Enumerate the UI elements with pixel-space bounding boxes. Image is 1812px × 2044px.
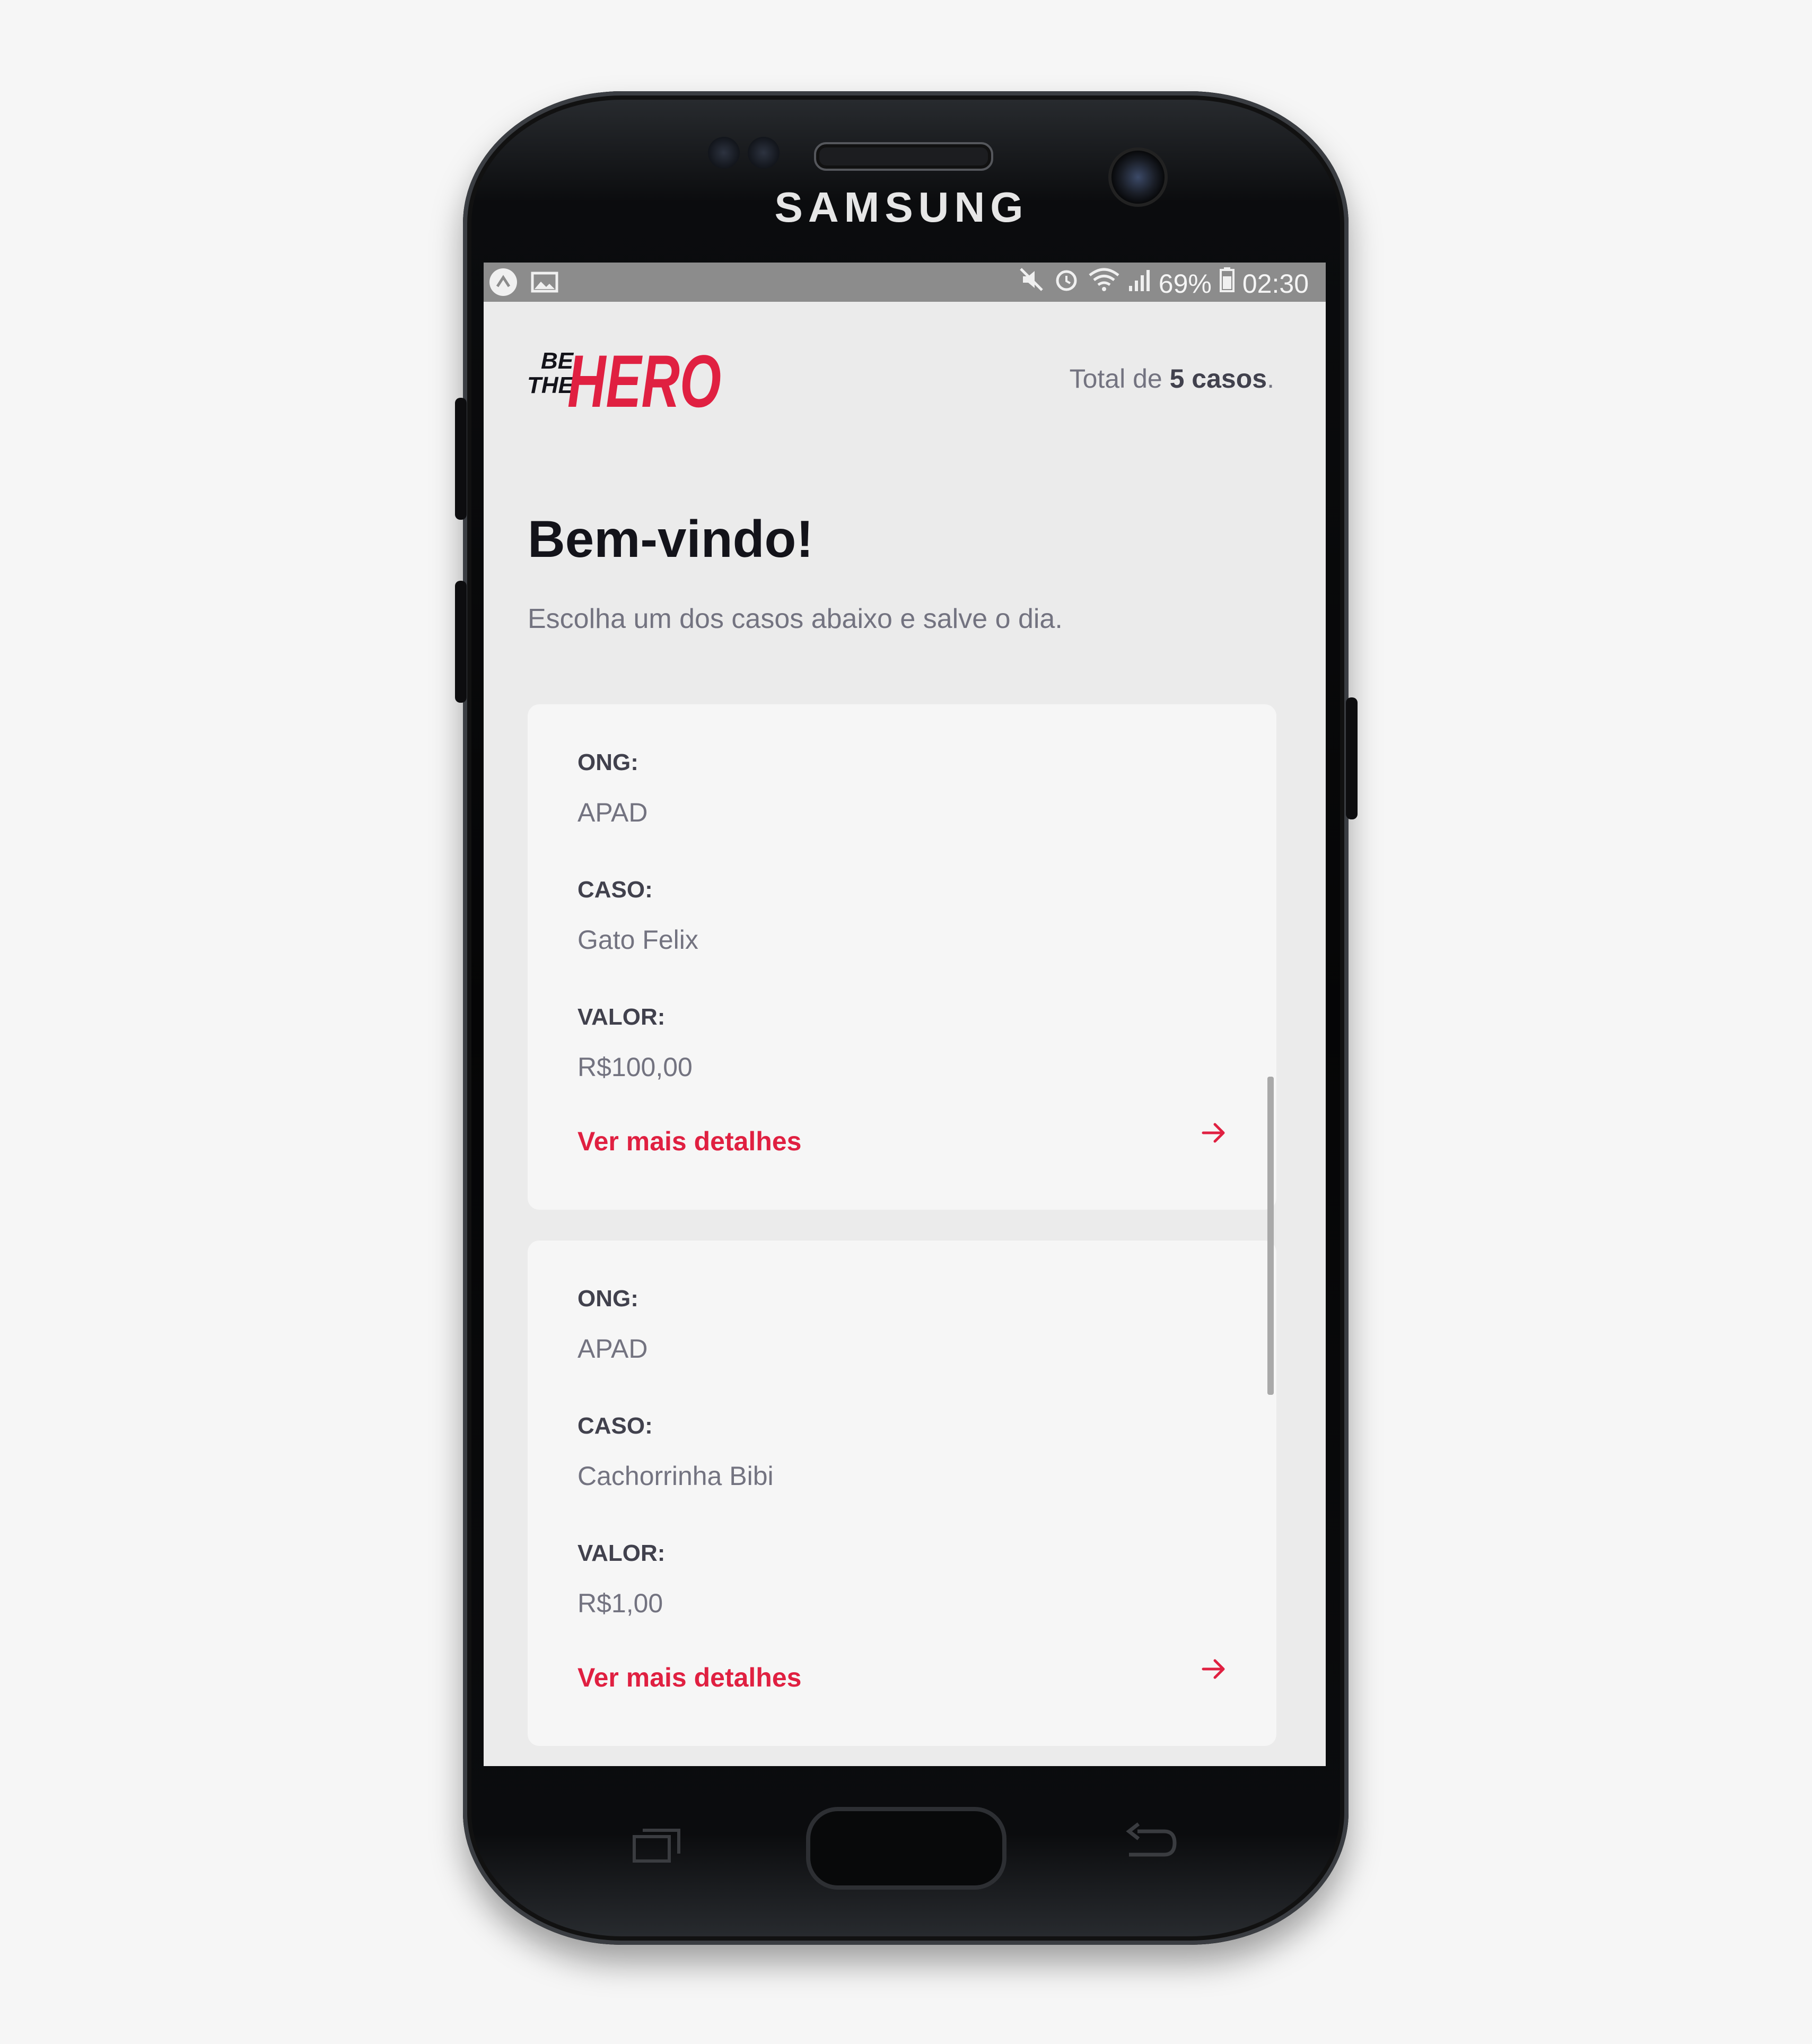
arrow-right-icon[interactable] (1199, 1654, 1229, 1684)
recent-apps-icon[interactable] (630, 1827, 683, 1864)
clock: 02:30 (1242, 269, 1309, 299)
value-label: VALOR: (577, 1004, 666, 1030)
case-label: CASO: (577, 1413, 653, 1439)
ong-value: APAD (577, 798, 648, 827)
case-label: CASO: (577, 877, 653, 903)
app-screen: 69% 02:30 BE THE HERO Total de 5 casos. … (484, 263, 1326, 1766)
signal-icon (1128, 266, 1151, 302)
case-card: ONG: APAD CASO: Cachorrinha Bibi VALOR: … (528, 1241, 1276, 1746)
svg-text:HERO: HERO (567, 339, 721, 422)
value-label: VALOR: (577, 1540, 666, 1566)
value-amount: R$1,00 (577, 1588, 663, 1618)
ong-label: ONG: (577, 1286, 638, 1312)
volume-down-button (455, 581, 467, 703)
scrollbar-thumb[interactable] (1267, 1077, 1274, 1395)
page-title: Bem-vindo! (528, 510, 813, 568)
value-amount: R$100,00 (577, 1052, 693, 1082)
power-button (1346, 697, 1358, 819)
home-button[interactable] (806, 1807, 1006, 1890)
arrow-right-icon[interactable] (1199, 1118, 1229, 1148)
wifi-icon (1088, 266, 1121, 302)
case-value: Gato Felix (577, 925, 698, 955)
battery-icon (1219, 266, 1235, 302)
see-details-link[interactable]: Ver mais detalhes (577, 1662, 801, 1693)
front-camera-icon (1108, 147, 1168, 207)
ong-label: ONG: (577, 749, 638, 775)
case-value: Cachorrinha Bibi (577, 1461, 774, 1491)
total-cases-text: Total de 5 casos. (1069, 364, 1274, 394)
proximity-sensor-icon (708, 137, 740, 169)
ong-value: APAD (577, 1334, 648, 1364)
case-card: ONG: APAD CASO: Gato Felix VALOR: R$100,… (528, 704, 1276, 1210)
mute-icon (1018, 266, 1045, 302)
alarm-icon (1053, 266, 1080, 302)
total-cases-count: 5 casos (1169, 364, 1267, 394)
be-the-hero-logo: BE THE HERO (526, 337, 728, 424)
battery-percent: 69% (1158, 269, 1212, 299)
image-notification-icon (529, 267, 560, 306)
app-notification-icon (488, 267, 519, 306)
back-arrow-icon[interactable] (1122, 1822, 1180, 1864)
see-details-link[interactable]: Ver mais detalhes (577, 1126, 801, 1157)
earpiece-speaker (814, 142, 993, 171)
page-subtitle: Escolha um dos casos abaixo e salve o di… (528, 604, 1063, 634)
status-bar: 69% 02:30 (484, 263, 1326, 302)
volume-up-button (455, 398, 467, 520)
device-brand: SAMSUNG (774, 184, 1029, 231)
light-sensor-icon (748, 137, 780, 169)
